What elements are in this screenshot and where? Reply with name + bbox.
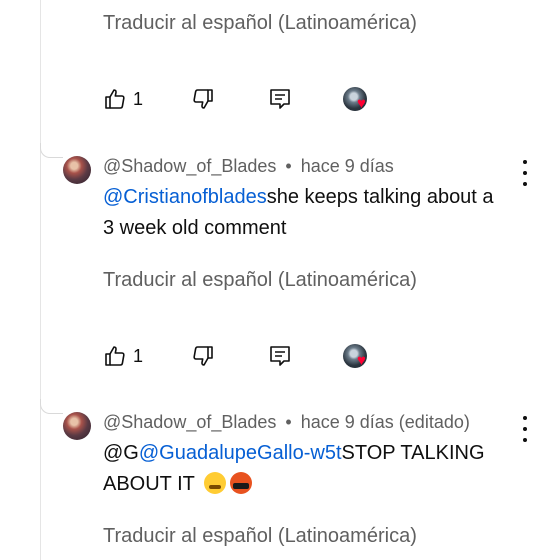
thumbs-down-icon [191,87,215,111]
mention-link[interactable]: @Cristianofblades [103,186,267,208]
meta-separator: • [285,156,292,176]
author-name[interactable]: @Shadow_of_Blades [103,156,276,176]
comment-text: @Cristianofbladesshe keeps talking about… [103,182,503,244]
thread-connector [40,143,63,158]
comment-prefix: @G [103,442,139,464]
comment-header: @Shadow_of_Blades • hace 9 días [103,156,394,177]
dislike-button[interactable] [191,87,215,111]
comment-time[interactable]: hace 9 días [301,156,394,176]
meta-separator: • [285,412,292,432]
like-count: 1 [133,88,144,109]
thumbs-up-icon [103,87,127,111]
translate-link[interactable]: Traducir al español (Latinoamérica) [103,525,417,548]
like-button[interactable]: 1 [103,87,143,111]
reply-comment: @Shadow_of_Blades • hace 9 días (editado… [63,412,533,506]
creator-heart-icon: ♥ [357,95,366,112]
translate-link[interactable]: Traducir al español (Latinoamérica) [103,12,417,35]
thumbs-down-icon [191,344,215,368]
reply-button[interactable] [268,344,292,368]
comment-time[interactable]: hace 9 días (editado) [301,412,470,432]
more-vert-icon [523,416,527,420]
author-name[interactable]: @Shadow_of_Blades [103,412,276,432]
thumbs-up-icon [103,344,127,368]
reply-icon [268,344,292,368]
thread-connector [40,399,63,414]
face-with-symbols-emoji [230,472,253,494]
avatar[interactable] [63,156,91,184]
reply-button[interactable] [268,87,292,111]
more-vert-icon [523,160,527,164]
comment-text: @G@GuadalupeGallo-w5tSTOP TALKING ABOUT … [103,438,503,500]
translate-link[interactable]: Traducir al español (Latinoamérica) [103,269,417,292]
like-count: 1 [133,345,144,366]
more-button[interactable] [517,414,533,444]
dislike-button[interactable] [191,344,215,368]
avatar[interactable] [63,412,91,440]
like-button[interactable]: 1 [103,344,143,368]
mention-link[interactable]: @GuadalupeGallo-w5t [139,442,342,464]
comment-header: @Shadow_of_Blades • hace 9 días (editado… [103,412,470,433]
more-button[interactable] [517,158,533,188]
creator-heart[interactable]: ♥ [343,87,373,115]
creator-heart[interactable]: ♥ [343,344,373,372]
face-with-steam-emoji [204,472,227,494]
thread-line [40,0,41,560]
reply-icon [268,87,292,111]
creator-heart-icon: ♥ [357,352,366,369]
reply-comment: @Shadow_of_Blades • hace 9 días @Cristia… [63,156,533,246]
